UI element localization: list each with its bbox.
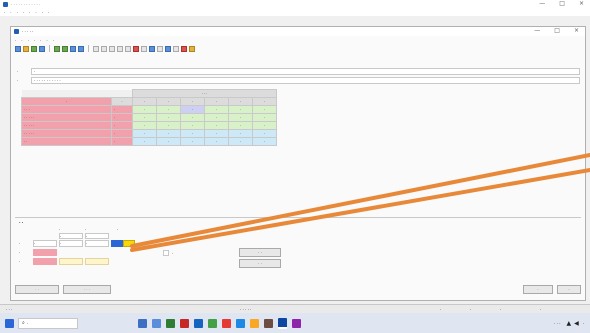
network-icon[interactable]: ▲ [566,320,571,327]
taskbar-app-icon[interactable] [250,318,259,328]
taskbar-app-icon[interactable] [194,318,203,328]
taskbar-app-icon[interactable] [180,318,189,328]
taskbar-app-icon[interactable] [138,318,147,328]
search-icon: ⌕ [22,320,25,326]
taskbar-app-icon[interactable] [236,318,245,328]
volume-icon[interactable]: ◀ [574,320,579,327]
taskbar-app-icon-active[interactable] [278,317,287,329]
arrow-line-lower [130,168,590,252]
taskbar-app-icon[interactable] [166,318,175,328]
taskbar-app-icon[interactable] [292,318,301,328]
clock: · [582,320,584,326]
annotation-arrow [130,153,590,252]
taskbar-search-text: · [26,320,29,326]
taskbar-app-icon[interactable] [152,318,161,328]
tray-text: · · · [554,320,561,326]
taskbar-app-icon[interactable] [208,318,217,328]
arrow-line-upper [130,153,590,248]
taskbar-app-icon[interactable] [222,318,231,328]
start-icon[interactable] [5,318,14,328]
taskbar-app-icon[interactable] [264,318,273,328]
taskbar: ⌕ · · · · ▲ ◀ · [0,313,590,333]
taskbar-search[interactable]: ⌕ · [18,317,78,329]
